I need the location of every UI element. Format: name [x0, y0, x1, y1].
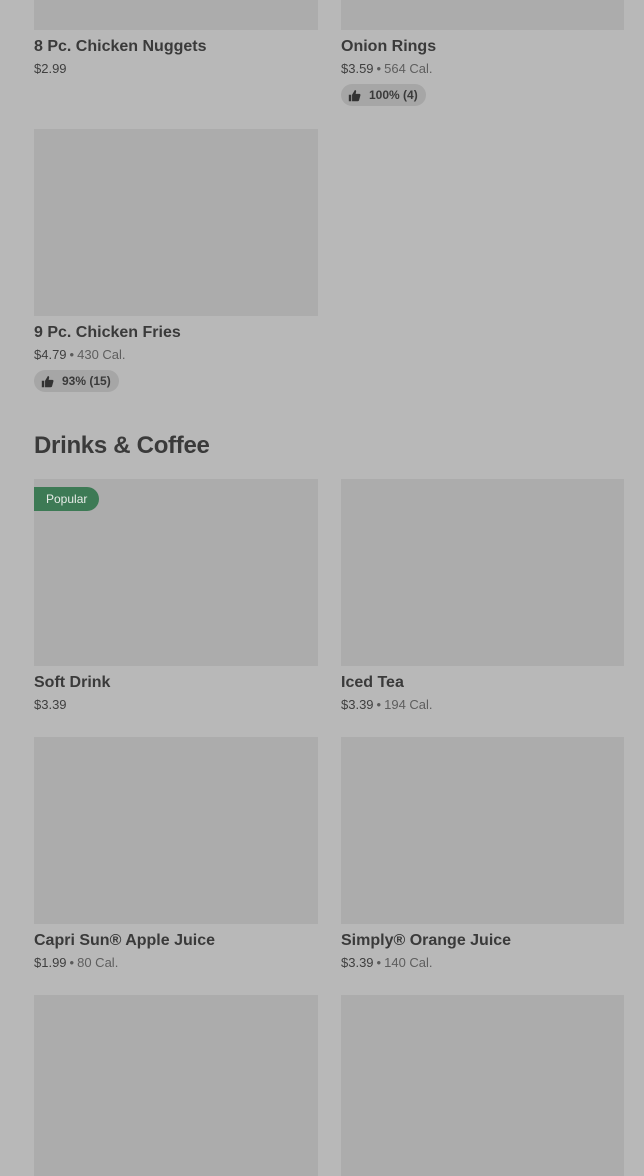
item-meta: $3.39 • 194 Cal. [341, 696, 624, 714]
item-meta: $2.99 [34, 60, 318, 78]
item-image [341, 995, 624, 1176]
item-name: Onion Rings [341, 38, 437, 55]
item-price: $1.99 [34, 955, 67, 970]
item-rating: 100% (4) [341, 84, 426, 106]
menu-item-card[interactable] [341, 995, 624, 1176]
meta-separator: • [376, 955, 382, 970]
meta-separator: • [69, 347, 75, 362]
menu-item-onion-rings[interactable]: Onion Rings $3.59 • 564 Cal. 100% (4) [341, 0, 624, 107]
item-price: $3.39 [341, 697, 374, 712]
item-price: $4.79 [34, 347, 67, 362]
menu-item-card[interactable] [34, 995, 318, 1176]
item-calories: 194 Cal. [384, 697, 433, 712]
item-name: Soft Drink [34, 674, 111, 691]
item-rating: 93% (15) [34, 370, 119, 392]
item-price: $3.39 [341, 955, 374, 970]
item-image [34, 129, 318, 316]
rating-text: 100% (4) [369, 88, 418, 102]
menu-item-chicken-fries[interactable]: 9 Pc. Chicken Fries $4.79 • 430 Cal. 93% (… [34, 129, 318, 393]
item-meta: $3.39 • 140 Cal. [341, 954, 624, 972]
item-meta: $1.99 • 80 Cal. [34, 954, 318, 972]
menu-item-iced-tea[interactable]: Iced Tea $3.39 • 194 Cal. [341, 479, 624, 714]
item-name: 9 Pc. Chicken Fries [34, 324, 181, 341]
meta-separator: • [376, 697, 382, 712]
item-calories: 140 Cal. [384, 955, 433, 970]
item-price: $3.39 [34, 697, 67, 712]
item-price: $2.99 [34, 61, 67, 76]
menu-item-capri-sun[interactable]: Capri Sun® Apple Juice $1.99 • 80 Cal. [34, 737, 318, 972]
item-image [34, 995, 318, 1176]
rating-text: 93% (15) [62, 374, 111, 388]
item-name: 8 Pc. Chicken Nuggets [34, 38, 207, 55]
item-image [341, 0, 624, 30]
item-image [341, 479, 624, 666]
item-calories: 430 Cal. [77, 347, 126, 362]
section-title: Drinks & Coffee [34, 432, 210, 459]
meta-separator: • [376, 61, 382, 76]
item-meta: $3.59 • 564 Cal. [341, 60, 624, 78]
item-calories: 80 Cal. [77, 955, 119, 970]
meta-separator: • [69, 955, 75, 970]
item-name: Capri Sun® Apple Juice [34, 932, 216, 949]
item-meta: $4.79 • 430 Cal. [34, 346, 318, 364]
item-image [34, 0, 318, 30]
menu-item-soft-drink[interactable]: Soft Drink $3.39 [34, 479, 318, 714]
menu-item-orange-juice[interactable]: Simply® Orange Juice $3.39 • 140 Cal. [341, 737, 624, 972]
thumbs-up-icon [348, 89, 361, 101]
item-image [34, 737, 318, 924]
item-name: Iced Tea [341, 674, 404, 691]
item-meta: $3.39 [34, 696, 318, 714]
thumbs-up-icon [41, 375, 54, 387]
popular-badge: Popular [34, 487, 100, 511]
menu-item-chicken-nuggets[interactable]: 8 Pc. Chicken Nuggets $2.99 [34, 0, 318, 78]
item-price: $3.59 [341, 61, 374, 76]
item-calories: 564 Cal. [384, 61, 433, 76]
item-name: Simply® Orange Juice [341, 932, 512, 949]
item-image [341, 737, 624, 924]
